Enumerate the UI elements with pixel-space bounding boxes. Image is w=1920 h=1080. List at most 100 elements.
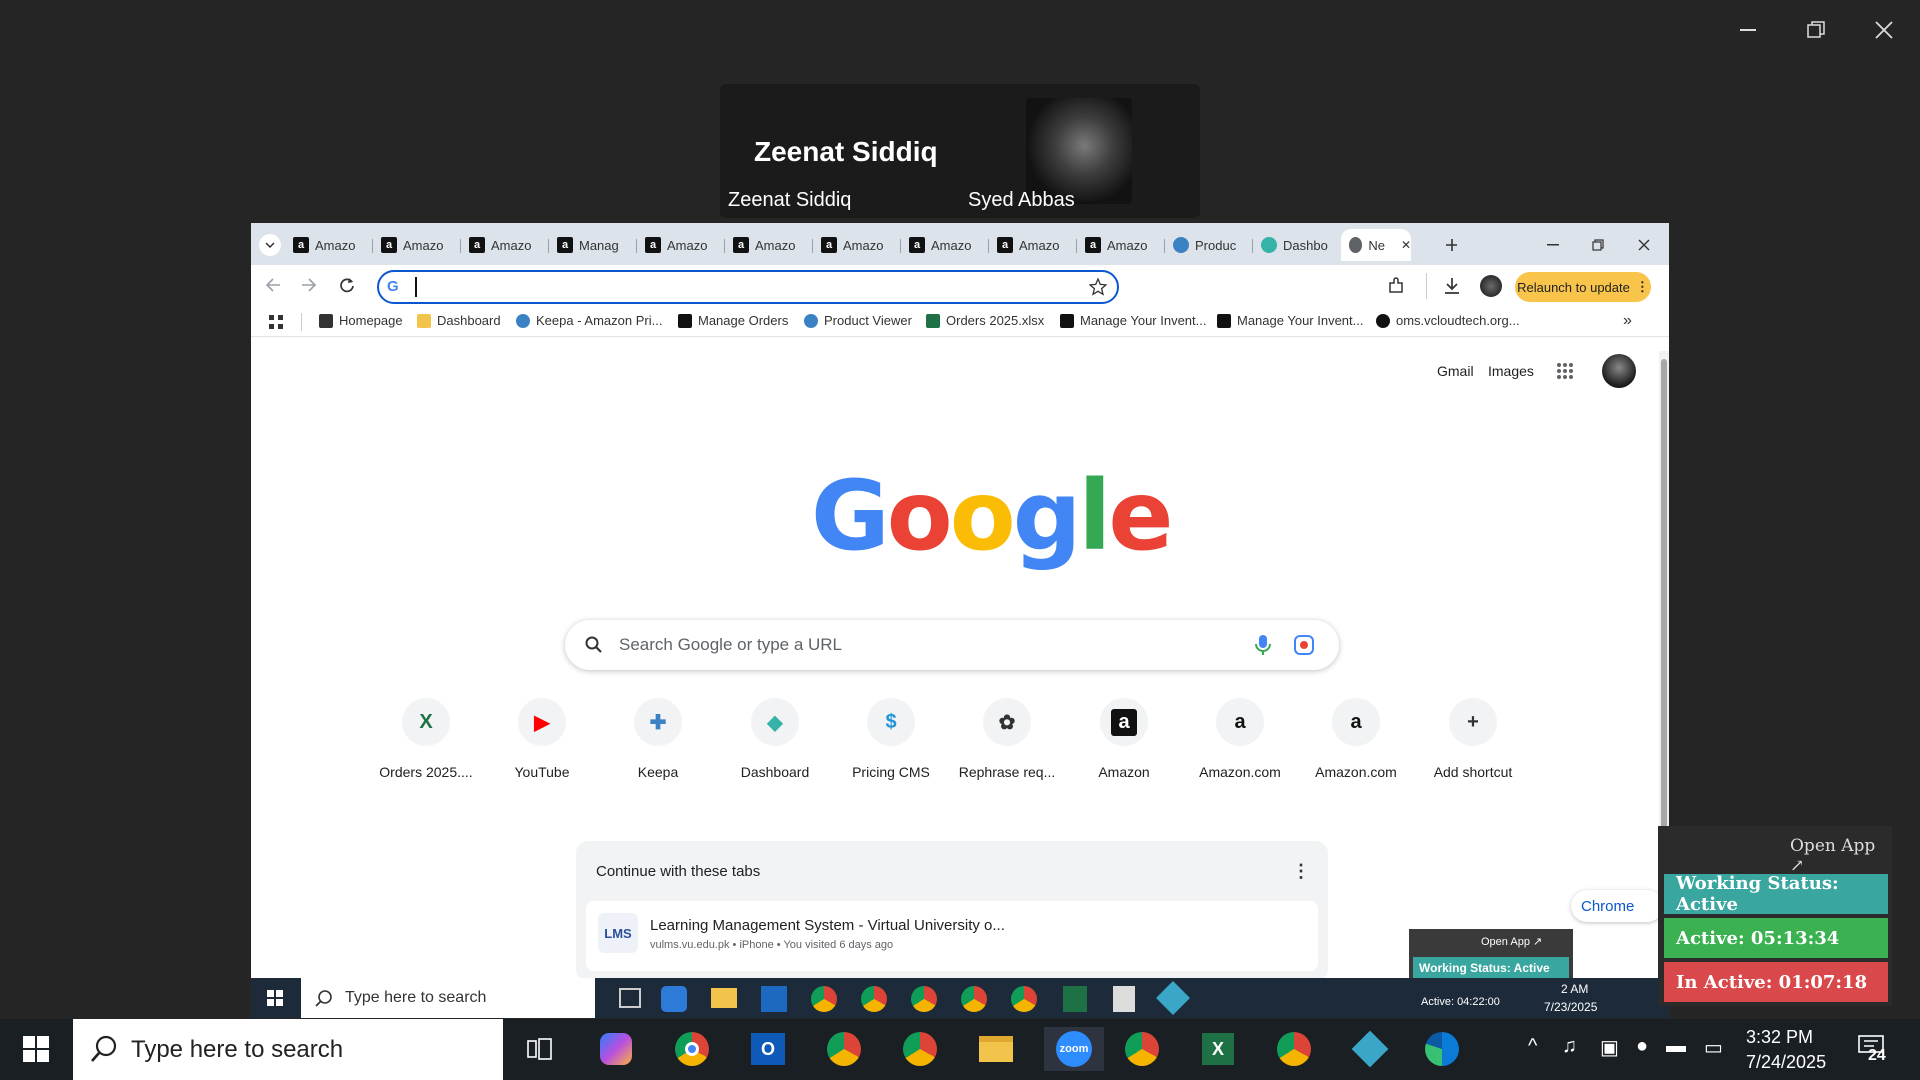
show-hidden-icons[interactable]: ^ <box>1528 1035 1537 1058</box>
mini-open-app[interactable]: Open App ↗ <box>1481 935 1542 948</box>
browser-tab[interactable]: a Amazo <box>901 229 989 261</box>
relaunch-button[interactable]: Relaunch to update ⋮ <box>1515 272 1651 302</box>
zoom-icon[interactable]: zoom <box>1044 1027 1104 1071</box>
close-tab-icon[interactable]: ✕ <box>1401 238 1411 252</box>
chrome-profile-icon[interactable] <box>822 1027 866 1071</box>
new-tab-button[interactable] <box>1437 229 1457 261</box>
participant-tile[interactable]: Zeenat Siddiq Zeenat Siddiq <box>720 84 960 218</box>
outlook-icon[interactable]: O <box>746 1027 790 1071</box>
chrome-profile-icon[interactable] <box>898 1027 942 1071</box>
windows-start-button[interactable] <box>14 1027 58 1071</box>
browser-tab[interactable]: a Amazo <box>373 229 461 261</box>
window-minimize-button[interactable] <box>1547 229 1559 261</box>
browser-tab[interactable]: a Amazo <box>285 229 373 261</box>
close-button[interactable] <box>1862 10 1906 50</box>
google-apps-icon[interactable] <box>1556 362 1574 385</box>
excel-icon[interactable]: X <box>1196 1027 1240 1071</box>
product-viewer-bookmark[interactable]: Product Viewer <box>804 313 912 328</box>
microphone-icon[interactable]: ● <box>1636 1035 1648 1058</box>
continue-tab-item[interactable]: LMS Learning Management System - Virtual… <box>586 901 1318 971</box>
bookmark-star-icon[interactable] <box>1088 277 1108 301</box>
taskbar-search-box[interactable]: Type here to search <box>73 1019 503 1080</box>
download-icon[interactable] <box>1443 277 1461 300</box>
chrome-icon[interactable] <box>1272 1027 1316 1071</box>
browser-tab[interactable]: Ne ✕ <box>1341 229 1411 261</box>
shortcut-tile[interactable]: a Amazon <box>1066 698 1182 780</box>
battery-icon[interactable]: ▬ <box>1666 1035 1686 1058</box>
shortcut-label: Dashboard <box>740 764 810 780</box>
copilot-icon[interactable] <box>594 1027 638 1071</box>
restore-button[interactable] <box>1794 10 1838 50</box>
participant-tile[interactable]: Syed Abbas <box>960 84 1200 218</box>
window-close-button[interactable] <box>1638 229 1650 261</box>
dashboard-bookmark[interactable]: Dashboard <box>417 313 501 328</box>
lens-search-icon[interactable] <box>1293 634 1315 661</box>
extensions-icon[interactable] <box>1387 277 1405 300</box>
images-link[interactable]: Images <box>1488 363 1534 379</box>
browser-tab[interactable]: a Amazo <box>637 229 725 261</box>
task-view-button[interactable] <box>518 1027 562 1071</box>
file-explorer-icon[interactable] <box>974 1027 1018 1071</box>
chrome-icon[interactable] <box>670 1027 714 1071</box>
apps-grid-icon[interactable] <box>269 315 283 334</box>
minimize-button[interactable] <box>1726 10 1770 50</box>
keepa-bookmark[interactable]: Keepa - Amazon Pri... <box>516 313 662 328</box>
back-icon[interactable] <box>265 277 281 298</box>
google-search-box[interactable]: Search Google or type a URL <box>565 620 1339 670</box>
homepage-bookmark[interactable]: Homepage <box>319 313 403 328</box>
orders-xlsx-bookmark[interactable]: Orders 2025.xlsx <box>926 313 1044 328</box>
more-options-icon[interactable]: ⋮ <box>1292 861 1310 882</box>
bookmark-favicon-icon <box>1376 313 1390 328</box>
browser-tab[interactable]: a Amazo <box>1077 229 1165 261</box>
keepa-icon <box>1173 237 1189 253</box>
shortcut-tile[interactable]: ✚ Keepa <box>600 698 716 780</box>
chrome-icon[interactable] <box>1120 1027 1164 1071</box>
meet-now-icon[interactable]: ▣ <box>1600 1035 1619 1060</box>
clock-time[interactable]: 3:32 PM <box>1746 1027 1813 1048</box>
notifications-icon[interactable]: 24 <box>1858 1035 1886 1064</box>
bookmarks-overflow-icon[interactable]: » <box>1623 312 1632 330</box>
network-icon[interactable]: ▭ <box>1704 1035 1723 1060</box>
shortcut-tile[interactable]: + Add shortcut <box>1415 698 1531 780</box>
browser-tab[interactable]: a Amazo <box>813 229 901 261</box>
gmail-link[interactable]: Gmail <box>1437 363 1474 379</box>
browser-tab[interactable]: Produc <box>1165 229 1253 261</box>
app-icon[interactable] <box>1348 1027 1392 1071</box>
shortcut-tile[interactable]: ▶ YouTube <box>484 698 600 780</box>
browser-tab[interactable]: a Amazo <box>725 229 813 261</box>
shortcut-tile[interactable]: $ Pricing CMS <box>833 698 949 780</box>
inventory-bookmark[interactable]: Manage Your Invent... <box>1217 313 1363 328</box>
address-bar[interactable]: G <box>377 270 1119 304</box>
participant-strip: Zeenat Siddiq Zeenat Siddiq Syed Abbas <box>720 84 1200 218</box>
voice-search-icon[interactable] <box>1255 634 1271 661</box>
profile-avatar[interactable] <box>1480 275 1502 297</box>
shortcut-tile[interactable]: a Amazon.com <box>1298 698 1414 780</box>
oms-bookmark[interactable]: oms.vcloudtech.org... <box>1376 313 1520 328</box>
reload-icon[interactable] <box>339 277 355 298</box>
clock-date[interactable]: 7/24/2025 <box>1746 1052 1826 1073</box>
youtube-icon: ▶ <box>534 711 550 734</box>
shortcut-tile[interactable]: a Amazon.com <box>1182 698 1298 780</box>
customize-chrome-button[interactable]: Chrome <box>1571 890 1663 922</box>
shortcut-label: Keepa <box>637 764 679 780</box>
tab-search-button[interactable] <box>255 229 281 261</box>
browser-tab[interactable]: Dashbo <box>1253 229 1341 261</box>
pricing-cms-icon: $ <box>885 710 897 733</box>
browser-tab[interactable]: a Amazo <box>989 229 1077 261</box>
bookmark-label: Orders 2025.xlsx <box>946 313 1045 328</box>
window-restore-button[interactable] <box>1592 229 1604 261</box>
shortcut-tile[interactable]: ◆ Dashboard <box>717 698 833 780</box>
tab-label: Amazo <box>315 237 356 253</box>
shortcut-tile[interactable]: ✿ Rephrase req... <box>949 698 1065 780</box>
browser-tab[interactable]: a Amazo <box>461 229 549 261</box>
volume-icon[interactable]: ♫ <box>1562 1035 1577 1058</box>
open-app-link[interactable]: Open App ↗ <box>1790 836 1892 876</box>
account-avatar[interactable] <box>1602 354 1636 388</box>
keepa-icon: ✚ <box>649 711 667 734</box>
browser-tab[interactable]: a Manag <box>549 229 637 261</box>
shortcut-tile[interactable]: X Orders 2025.... <box>368 698 484 780</box>
edge-icon[interactable] <box>1420 1027 1464 1071</box>
inventory-bookmark[interactable]: Manage Your Invent... <box>1060 313 1206 328</box>
manage-orders-bookmark[interactable]: Manage Orders <box>678 313 788 328</box>
forward-icon[interactable] <box>301 277 317 298</box>
